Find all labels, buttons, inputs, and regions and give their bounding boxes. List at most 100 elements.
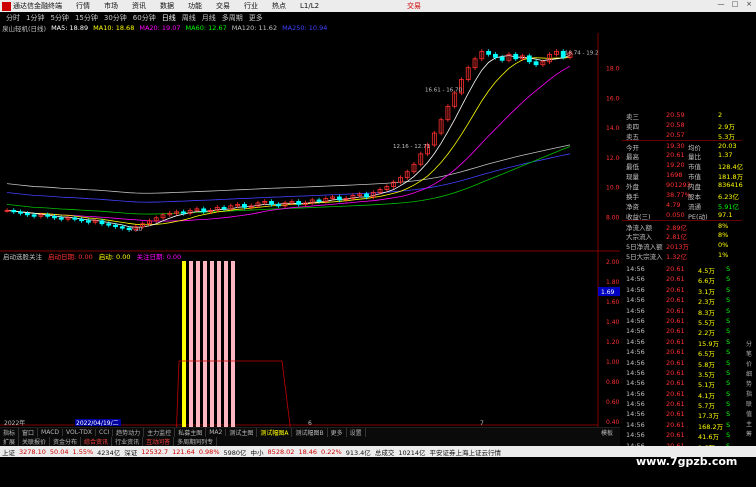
tick-row: 14:56 20.61 6.5万 S bbox=[622, 347, 742, 358]
indicator-title: 启动选股关注 启动日期: 0.00 启动: 0.00 关注日期: 0.00 bbox=[3, 251, 187, 261]
tab-window[interactable]: 窗口 bbox=[19, 428, 39, 437]
quote-row: 卖五 20.57 5.3万 bbox=[622, 130, 742, 141]
date-label: 6 bbox=[308, 420, 312, 427]
menu-function[interactable]: 功能 bbox=[188, 1, 202, 11]
indicator-tick-label: 1.00 bbox=[606, 359, 620, 366]
tab-cci[interactable]: CCI bbox=[96, 429, 114, 436]
tab-related-quote[interactable]: 关联报价 bbox=[19, 437, 51, 446]
period-monthly[interactable]: 月线 bbox=[202, 13, 216, 23]
side-tab[interactable]: 势 bbox=[744, 380, 754, 390]
indicator-pink-bar bbox=[231, 261, 235, 441]
candle-body bbox=[113, 224, 118, 228]
tick-price: 20.61 bbox=[666, 327, 685, 336]
tab-more[interactable]: 更多 bbox=[328, 428, 347, 437]
period-multi[interactable]: 多周期 bbox=[222, 13, 243, 23]
menu-news[interactable]: 资讯 bbox=[132, 1, 146, 11]
side-tab[interactable]: 值 bbox=[744, 410, 754, 420]
period-60min[interactable]: 60分钟 bbox=[133, 13, 156, 23]
candle-body bbox=[52, 215, 57, 219]
indicator-tick-label: 1.80 bbox=[606, 279, 620, 286]
tab-trend[interactable]: 趋势动力 bbox=[113, 428, 145, 437]
candle-body bbox=[99, 220, 105, 225]
tab-ma2[interactable]: MA2 bbox=[206, 429, 227, 436]
side-tab[interactable]: 主 bbox=[744, 420, 754, 430]
tab-multi-period[interactable]: 多周期同列专 bbox=[174, 437, 218, 446]
quote-row: 最高 20.61 量比 1.37 bbox=[622, 150, 742, 161]
sh-label[interactable]: 上证 bbox=[2, 447, 15, 457]
tick-time: 14:56 bbox=[626, 420, 645, 429]
indicator-pink-bar bbox=[224, 261, 228, 441]
kline-svg[interactable]: 18.00 16.00 14.00 12.00 10.00 8.00 7.10 16.61 -… bbox=[0, 33, 620, 443]
menu-hotspot[interactable]: 热点 bbox=[272, 1, 286, 11]
stock-label: 泉山轻机(日线) bbox=[2, 25, 47, 33]
zx-pct: 0.22% bbox=[321, 447, 342, 456]
sz-value: 12532.7 bbox=[141, 447, 169, 456]
side-tab[interactable]: 指 bbox=[744, 390, 754, 400]
menu-market2[interactable]: 市场 bbox=[104, 1, 118, 11]
menu-industry[interactable]: 行业 bbox=[244, 1, 258, 11]
menu-trade[interactable]: 交易 bbox=[216, 1, 230, 11]
sz-pct: 0.98% bbox=[198, 447, 220, 456]
tab-capital[interactable]: 资金分布 bbox=[50, 437, 82, 446]
tab-extend[interactable]: 扩展 bbox=[0, 437, 20, 446]
period-weekly[interactable]: 周线 bbox=[182, 13, 196, 23]
tab-private-main[interactable]: 私募主图 bbox=[175, 428, 207, 437]
candle-body bbox=[492, 53, 498, 58]
sz-label[interactable]: 深证 bbox=[124, 447, 137, 457]
period-15min[interactable]: 15分钟 bbox=[75, 13, 98, 23]
candle-body bbox=[316, 199, 322, 202]
template-button[interactable]: 模板 bbox=[598, 428, 616, 437]
candle-body bbox=[31, 214, 37, 217]
side-tab[interactable]: 笔 bbox=[744, 350, 754, 360]
quote-row: 卖三 20.59 2 bbox=[622, 110, 742, 121]
trade-button[interactable]: 交易 bbox=[407, 1, 421, 11]
tab-vol[interactable]: VOL-TDX bbox=[63, 429, 96, 436]
side-tab[interactable]: 价 bbox=[744, 360, 754, 370]
side-tab[interactable]: 筹 bbox=[744, 430, 754, 440]
quote-value2: 20.03 bbox=[718, 142, 737, 150]
side-tab[interactable]: 细 bbox=[744, 370, 754, 380]
period-intraday[interactable]: 分时 bbox=[6, 13, 20, 23]
tab-test-a[interactable]: 测试幅图A bbox=[257, 428, 293, 437]
tab-settings[interactable]: 设置 bbox=[347, 428, 366, 437]
period-30min[interactable]: 30分钟 bbox=[104, 13, 127, 23]
candle-body bbox=[79, 218, 85, 222]
period-5min[interactable]: 5分钟 bbox=[50, 13, 68, 23]
tab-industry-news[interactable]: 行业资讯 bbox=[112, 437, 144, 446]
ma-legend: 泉山轻机(日线) MA5: 18.89 MA10: 18.68 MA20: 19… bbox=[0, 23, 620, 33]
side-tab[interactable]: 联 bbox=[744, 400, 754, 410]
indicator-pink-bar bbox=[217, 261, 221, 441]
menu-l1l2[interactable]: L1/L2 bbox=[300, 2, 319, 10]
tab-macd[interactable]: MACD bbox=[38, 429, 64, 436]
tick-side: S bbox=[726, 410, 731, 419]
ma20-line bbox=[6, 65, 571, 222]
side-tab[interactable]: 分 bbox=[744, 340, 754, 350]
period-more[interactable]: 更多 bbox=[249, 13, 263, 23]
minimize-icon[interactable]: — bbox=[714, 0, 728, 8]
menu-data[interactable]: 数据 bbox=[160, 1, 174, 11]
tick-price: 20.61 bbox=[666, 348, 685, 357]
period-daily[interactable]: 日线 bbox=[162, 13, 176, 23]
quote-label: 5日大宗流入 bbox=[626, 253, 663, 261]
tick-time: 14:56 bbox=[626, 348, 645, 357]
tick-side: S bbox=[726, 400, 731, 409]
tick-time: 14:56 bbox=[626, 285, 645, 294]
period-1min[interactable]: 1分钟 bbox=[26, 13, 44, 23]
chart-area[interactable]: 18.00 16.00 14.00 12.00 10.00 8.00 7.10 16.61 -… bbox=[0, 33, 620, 443]
tab-qa[interactable]: 互动问答 bbox=[143, 437, 175, 446]
zx-label[interactable]: 中小 bbox=[251, 447, 264, 457]
tab-test-b[interactable]: 测试幅图B bbox=[292, 428, 328, 437]
close-icon[interactable]: × bbox=[742, 0, 756, 8]
tab-indicator[interactable]: 指标 bbox=[0, 428, 20, 437]
candle-body bbox=[180, 211, 186, 214]
quote-row: 换手 38.77% 股本 6.23亿 bbox=[622, 190, 742, 201]
tab-main-monitor[interactable]: 主力监控 bbox=[144, 428, 176, 437]
sh-value: 3278.10 bbox=[19, 447, 46, 456]
quote-value: 20.61 bbox=[666, 151, 685, 159]
tick-row: 14:56 20.61 6.6万 S bbox=[622, 274, 742, 285]
tick-list: 14:56 20.61 4.5万 S 14:56 20.61 6.6万 S 14:56 20.61… bbox=[622, 264, 742, 452]
tab-test-main[interactable]: 测试主图 bbox=[226, 428, 258, 437]
tab-news[interactable]: 综合资讯 bbox=[81, 437, 113, 446]
menu-market[interactable]: 行情 bbox=[76, 1, 90, 11]
maximize-icon[interactable]: □ bbox=[728, 0, 742, 8]
